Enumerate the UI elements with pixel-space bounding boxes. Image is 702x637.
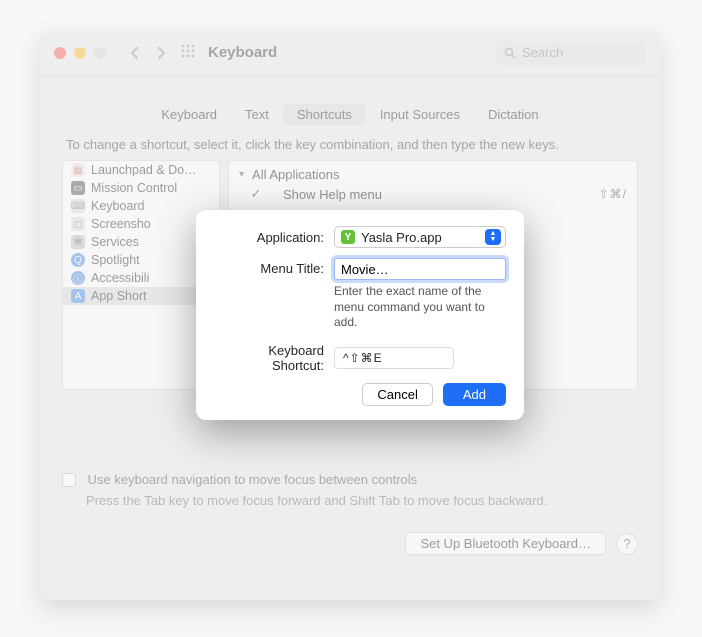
application-value: Yasla Pro.app (361, 230, 442, 245)
keyboard-shortcut-label: Keyboard Shortcut: (214, 343, 334, 373)
menu-title-input[interactable] (334, 258, 506, 280)
menu-title-help: Enter the exact name of the menu command… (334, 284, 506, 331)
menu-title-label: Menu Title: (214, 258, 334, 276)
app-icon: Y (341, 230, 355, 244)
keyboard-shortcut-field[interactable]: ^⇧⌘E (334, 347, 454, 369)
popup-arrows-icon: ▲▼ (485, 229, 501, 245)
add-button[interactable]: Add (443, 383, 506, 406)
application-popup[interactable]: Y Yasla Pro.app ▲▼ (334, 226, 506, 248)
application-label: Application: (214, 230, 334, 245)
cancel-button[interactable]: Cancel (362, 383, 432, 406)
add-shortcut-sheet: Application: Y Yasla Pro.app ▲▼ Menu Tit… (196, 210, 524, 420)
